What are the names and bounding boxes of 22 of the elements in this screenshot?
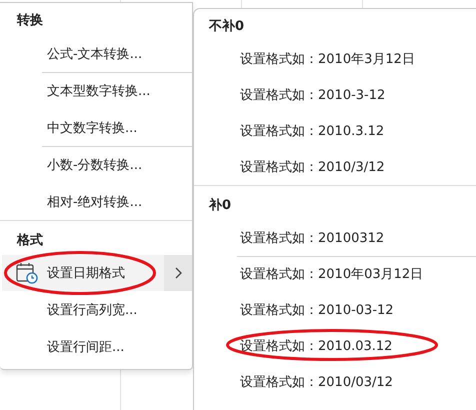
- menu-item[interactable]: 中文数字转换...: [2, 109, 192, 146]
- menu-item[interactable]: 小数-分数转换...: [2, 146, 192, 183]
- menu-item[interactable]: 公式-文本转换...: [2, 35, 192, 72]
- chevron-right-icon: [174, 267, 182, 279]
- menu-item[interactable]: 设置格式如：20100312: [196, 220, 476, 256]
- section-heading: 补0: [208, 196, 232, 215]
- menu-item[interactable]: 设置格式如：2010-3-12: [196, 77, 476, 113]
- section-heading: 格式: [16, 232, 44, 250]
- menu-item[interactable]: 相对-绝对转换...: [2, 183, 192, 220]
- menu-item[interactable]: 设置格式如：2010/03/12: [196, 364, 476, 400]
- menu-item[interactable]: 设置行高列宽...: [2, 291, 192, 328]
- section-heading: 不补0: [208, 18, 246, 36]
- menu-item[interactable]: 设置格式如：2010.03.12: [196, 328, 476, 364]
- calendar-clock-icon: [16, 262, 38, 284]
- menu-item[interactable]: 设置格式如：2010年03月12日: [196, 256, 476, 292]
- menu-item[interactable]: 文本型数字转换...: [2, 72, 192, 109]
- menu-item[interactable]: 设置格式如：2010.3.12: [196, 113, 476, 149]
- menu-item[interactable]: 设置格式如：2010/3/12: [196, 149, 476, 185]
- menu-item[interactable]: 设置行间距...: [2, 328, 192, 365]
- menu-item[interactable]: 设置格式如：2010-03-12: [196, 292, 476, 328]
- section-heading: 转换: [16, 12, 44, 30]
- menu-item[interactable]: 设置格式如：2010年3月12日: [196, 41, 476, 77]
